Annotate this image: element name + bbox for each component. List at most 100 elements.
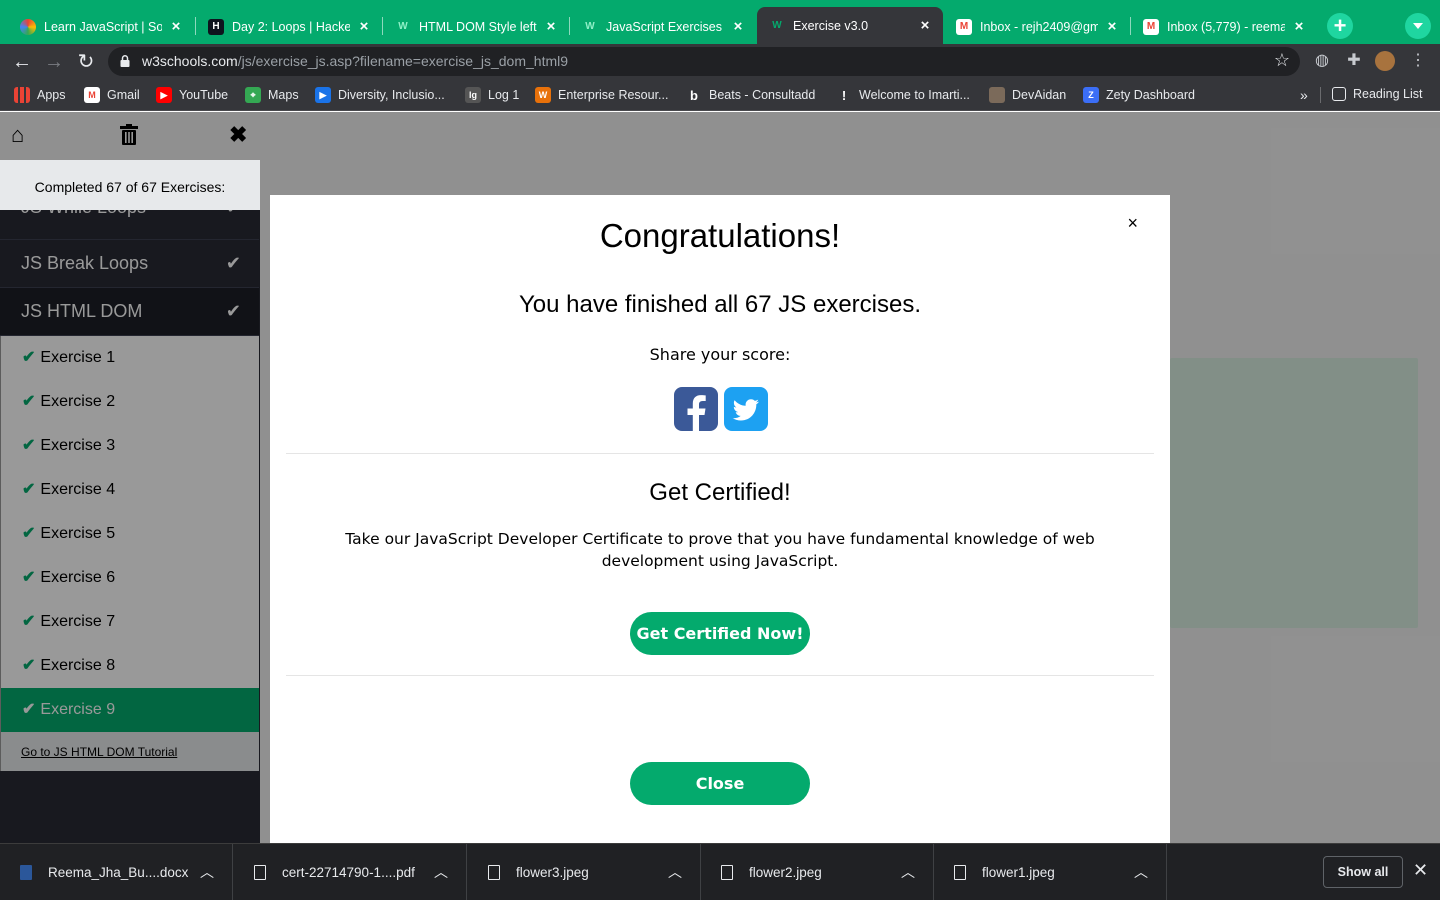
congratulations-modal: × Congratulations! You have finished all… <box>270 195 1170 843</box>
bookmark-apps[interactable]: Apps <box>14 87 66 103</box>
get-certified-button[interactable]: Get Certified Now! <box>630 612 810 655</box>
address-bar[interactable]: w3schools.com/js/exercise_js.asp?filenam… <box>108 47 1300 76</box>
download-item[interactable]: flower3.jpeg ︿ <box>468 844 701 900</box>
close-tab-icon[interactable]: × <box>356 18 372 35</box>
chevron-up-icon[interactable]: ︿ <box>434 862 448 882</box>
video-play-icon: ▶ <box>315 87 331 103</box>
close-tab-icon[interactable]: × <box>543 18 559 35</box>
close-button[interactable]: Close <box>630 762 810 805</box>
download-filename: flower1.jpeg <box>982 865 1055 880</box>
w3schools-icon: W <box>582 18 598 35</box>
modal-title: Congratulations! <box>599 217 841 254</box>
lock-icon <box>120 55 130 67</box>
page-content: ⌂ ✖ Completed 67 of 67 Exercises: JS Whi… <box>0 112 1440 843</box>
tab-hackerrank[interactable]: H Day 2: Loops | Hacke × <box>196 9 382 44</box>
browser-toolbar: ← → ↻ w3schools.com/js/exercise_js.asp?f… <box>0 44 1440 79</box>
download-filename: cert-22714790-1....pdf <box>282 865 415 880</box>
word-document-icon <box>20 865 32 880</box>
download-filename: flower2.jpeg <box>749 865 822 880</box>
extensions-puzzle-icon[interactable]: ✚ <box>1344 51 1364 71</box>
w3schools-icon: W <box>395 18 411 35</box>
tab-title: HTML DOM Style left <box>419 19 537 34</box>
new-tab-button[interactable]: + <box>1327 13 1353 39</box>
bookmark-imarticus[interactable]: ! Welcome to Imarti... <box>836 87 970 103</box>
bookmark-gmail[interactable]: M Gmail <box>84 87 140 103</box>
gmail-icon: M <box>956 18 972 35</box>
chevron-up-icon[interactable]: ︿ <box>901 862 915 882</box>
colorful-circle-icon <box>20 18 36 35</box>
tab-javascript-exercises[interactable]: W JavaScript Exercises × <box>570 9 756 44</box>
bookmarks-overflow-icon[interactable]: » <box>1300 87 1308 103</box>
tab-title: Day 2: Loops | Hacke <box>232 19 350 34</box>
bookmark-log1[interactable]: lg Log 1 <box>465 87 519 103</box>
profile-avatar[interactable] <box>1375 51 1395 71</box>
tab-inbox-2[interactable]: M Inbox (5,779) - reema × <box>1131 9 1317 44</box>
reading-list-icon <box>1332 87 1346 101</box>
tab-inbox-1[interactable]: M Inbox - rejh2409@gm × <box>944 9 1130 44</box>
tab-search-button[interactable] <box>1405 13 1431 39</box>
twitter-icon[interactable] <box>724 387 768 431</box>
chevron-up-icon[interactable]: ︿ <box>1134 862 1148 882</box>
bookmark-enterprise[interactable]: W Enterprise Resour... <box>535 87 668 103</box>
globe-icon[interactable]: ◍ <box>1312 51 1332 71</box>
bookmark-label: Welcome to Imarti... <box>859 88 970 102</box>
bookmarks-bar: Apps M Gmail ▶ YouTube ⌖ Maps ▶ Diversit… <box>0 79 1440 111</box>
bookmark-devaidan[interactable]: DevAidan <box>989 87 1066 103</box>
url-text: w3schools.com/js/exercise_js.asp?filenam… <box>142 53 568 69</box>
divider <box>286 453 1154 454</box>
bookmark-zety[interactable]: Z Zety Dashboard <box>1083 87 1195 103</box>
tab-title: Inbox (5,779) - reema <box>1167 19 1285 34</box>
download-filename: Reema_Jha_Bu....docx <box>48 865 189 880</box>
bookmark-maps[interactable]: ⌖ Maps <box>245 87 299 103</box>
w3schools-icon: W <box>769 17 785 34</box>
bookmark-diversity[interactable]: ▶ Diversity, Inclusio... <box>315 87 445 103</box>
show-all-button[interactable]: Show all <box>1323 856 1403 888</box>
reading-list-button[interactable]: Reading List <box>1332 87 1423 101</box>
reload-icon[interactable]: ↻ <box>74 50 98 74</box>
tab-strip: Learn JavaScript | Sol × H Day 2: Loops … <box>0 0 1440 44</box>
bookmark-label: Gmail <box>107 88 140 102</box>
chevron-up-icon[interactable]: ︿ <box>668 862 682 882</box>
file-icon <box>254 865 266 880</box>
bookmark-label: DevAidan <box>1012 88 1067 102</box>
bookmark-label: Enterprise Resour... <box>558 88 669 102</box>
tab-exercise-v3[interactable]: W Exercise v3.0 × <box>757 7 943 44</box>
menu-kebab-icon[interactable]: ⋮ <box>1408 51 1428 71</box>
file-icon <box>488 865 500 880</box>
gmail-icon: M <box>1143 18 1159 35</box>
download-item[interactable]: flower1.jpeg ︿ <box>934 844 1167 900</box>
close-tab-icon[interactable]: × <box>730 18 746 35</box>
close-tab-icon[interactable]: × <box>917 17 933 34</box>
bookmark-label: Zety Dashboard <box>1106 88 1195 102</box>
bookmark-label: Maps <box>268 88 299 102</box>
close-tab-icon[interactable]: × <box>1104 18 1120 35</box>
download-filename: flower3.jpeg <box>516 865 589 880</box>
cert-description: Take our JavaScript Developer Certificat… <box>345 530 1095 570</box>
maps-pin-icon: ⌖ <box>245 87 261 103</box>
url-path: /js/exercise_js.asp?filename=exercise_js… <box>237 53 569 69</box>
bookmark-star-icon[interactable]: ☆ <box>1274 50 1290 71</box>
facebook-icon[interactable] <box>674 387 718 431</box>
bookmark-beats[interactable]: b Beats - Consultadd <box>686 87 815 103</box>
bookmark-youtube[interactable]: ▶ YouTube <box>156 87 228 103</box>
divider <box>286 675 1154 676</box>
download-item[interactable]: cert-22714790-1....pdf ︿ <box>234 844 467 900</box>
tab-title: Inbox - rejh2409@gm <box>980 19 1098 34</box>
close-tab-icon[interactable]: × <box>1291 18 1307 35</box>
gmail-icon: M <box>84 87 100 103</box>
close-tab-icon[interactable]: × <box>168 18 184 35</box>
forward-arrow-icon[interactable]: → <box>42 50 66 74</box>
close-icon[interactable]: ✕ <box>1413 860 1428 881</box>
back-arrow-icon[interactable]: ← <box>10 50 34 74</box>
url-host: w3schools.com <box>142 53 238 69</box>
tab-learn-javascript[interactable]: Learn JavaScript | Sol × <box>8 9 194 44</box>
download-item[interactable]: Reema_Jha_Bu....docx ︿ <box>0 844 233 900</box>
tab-title: Exercise v3.0 <box>793 18 869 33</box>
enterprise-w-icon: W <box>535 87 551 103</box>
tab-title: Learn JavaScript | Sol <box>44 19 162 34</box>
tab-html-dom-style[interactable]: W HTML DOM Style left × <box>383 9 569 44</box>
download-item[interactable]: flower2.jpeg ︿ <box>701 844 934 900</box>
reading-list-label: Reading List <box>1353 87 1423 101</box>
share-label: Share your score: <box>649 345 791 364</box>
chevron-up-icon[interactable]: ︿ <box>200 862 214 882</box>
